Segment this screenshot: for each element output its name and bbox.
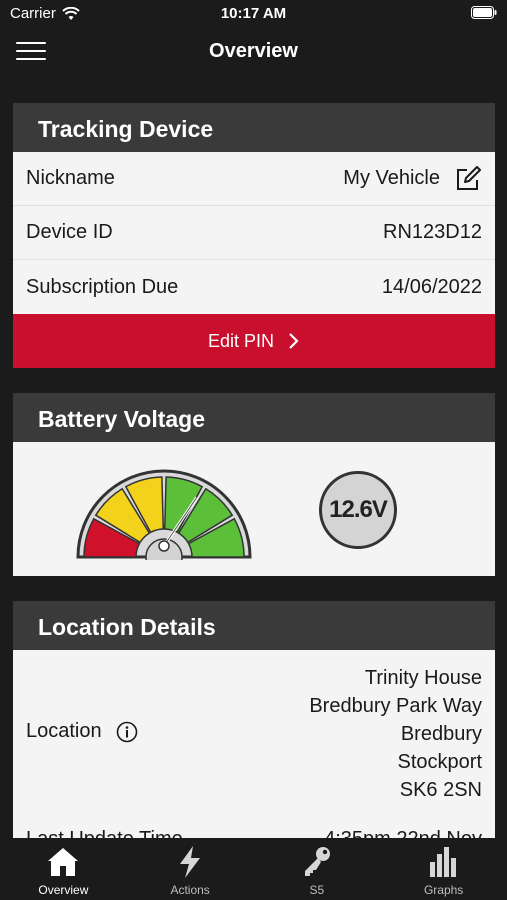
address-line: Bredbury Park Way (309, 695, 482, 717)
lightning-icon (180, 846, 201, 878)
status-bar: Carrier 10:17 AM (0, 0, 507, 28)
tab-label: Actions (170, 883, 210, 897)
subscription-due-value: 14/06/2022 (381, 275, 482, 298)
address-line: Trinity House (364, 667, 482, 689)
chevron-right-icon (289, 333, 299, 349)
nav-bar: Overview (0, 28, 507, 78)
location-label: Location (26, 720, 102, 742)
device-id-value: RN123D12 (383, 221, 482, 243)
page-title: Overview (209, 40, 298, 62)
status-time: 10:17 AM (220, 5, 287, 22)
last-update-row: Last Update Time 4:35pm 22nd Nov (26, 828, 482, 838)
nickname-label: Nickname (26, 167, 115, 189)
info-icon[interactable] (116, 721, 138, 743)
battery-body: 12.6V (13, 442, 495, 576)
tab-label: Graphs (423, 883, 464, 897)
tab-label: S5 (309, 883, 325, 897)
address-line: SK6 2SN (399, 779, 482, 801)
address-line: Stockport (397, 751, 482, 773)
tracking-device-title: Tracking Device (13, 103, 495, 152)
tab-graphs[interactable]: Graphs (380, 838, 507, 900)
address-block: Trinity House Bredbury Park Way Bredbury… (309, 664, 482, 804)
tab-s5[interactable]: S5 (254, 838, 381, 900)
voltage-value: 12.6V (329, 496, 388, 523)
nickname-row[interactable]: Nickname My Vehicle (13, 152, 495, 206)
tab-actions[interactable]: Actions (127, 838, 254, 900)
home-icon (48, 848, 79, 876)
device-id-row: Device ID RN123D12 (13, 206, 495, 260)
tracking-device-card: Tracking Device Nickname My Vehicle Devi… (13, 103, 495, 368)
address-line: Bredbury (400, 723, 482, 745)
scroll-content[interactable]: Tracking Device Nickname My Vehicle Devi… (0, 78, 507, 838)
key-icon (304, 847, 330, 876)
tab-overview[interactable]: Overview (0, 838, 127, 900)
subscription-due-row: Subscription Due 14/06/2022 (13, 260, 495, 314)
battery-voltage-title: Battery Voltage (13, 393, 495, 442)
subscription-due-label: Subscription Due (26, 275, 179, 298)
nickname-value: My Vehicle (343, 167, 440, 189)
last-update-value: 4:35pm 22nd Nov (324, 828, 482, 838)
location-details-card: Location Details Location Trinity House … (13, 601, 495, 838)
tab-label: Overview (38, 883, 89, 897)
edit-icon[interactable] (454, 165, 482, 193)
location-label-group: Location (26, 720, 138, 743)
location-details-title: Location Details (13, 601, 495, 650)
last-update-label: Last Update Time (26, 828, 183, 838)
edit-pin-label: Edit PIN (207, 330, 275, 351)
battery-voltage-card: Battery Voltage 12.6V (13, 393, 495, 576)
battery-gauge (76, 469, 252, 560)
edit-pin-button[interactable]: Edit PIN (13, 314, 495, 368)
device-id-label: Device ID (26, 221, 113, 243)
bar-chart-icon (429, 847, 456, 877)
voltage-badge: 12.6V (319, 471, 397, 549)
battery-status-icon (471, 6, 497, 19)
location-body: Location Trinity House Bredbury Park Way… (13, 650, 495, 838)
tab-bar: Overview Actions S5 Graphs (0, 838, 507, 900)
